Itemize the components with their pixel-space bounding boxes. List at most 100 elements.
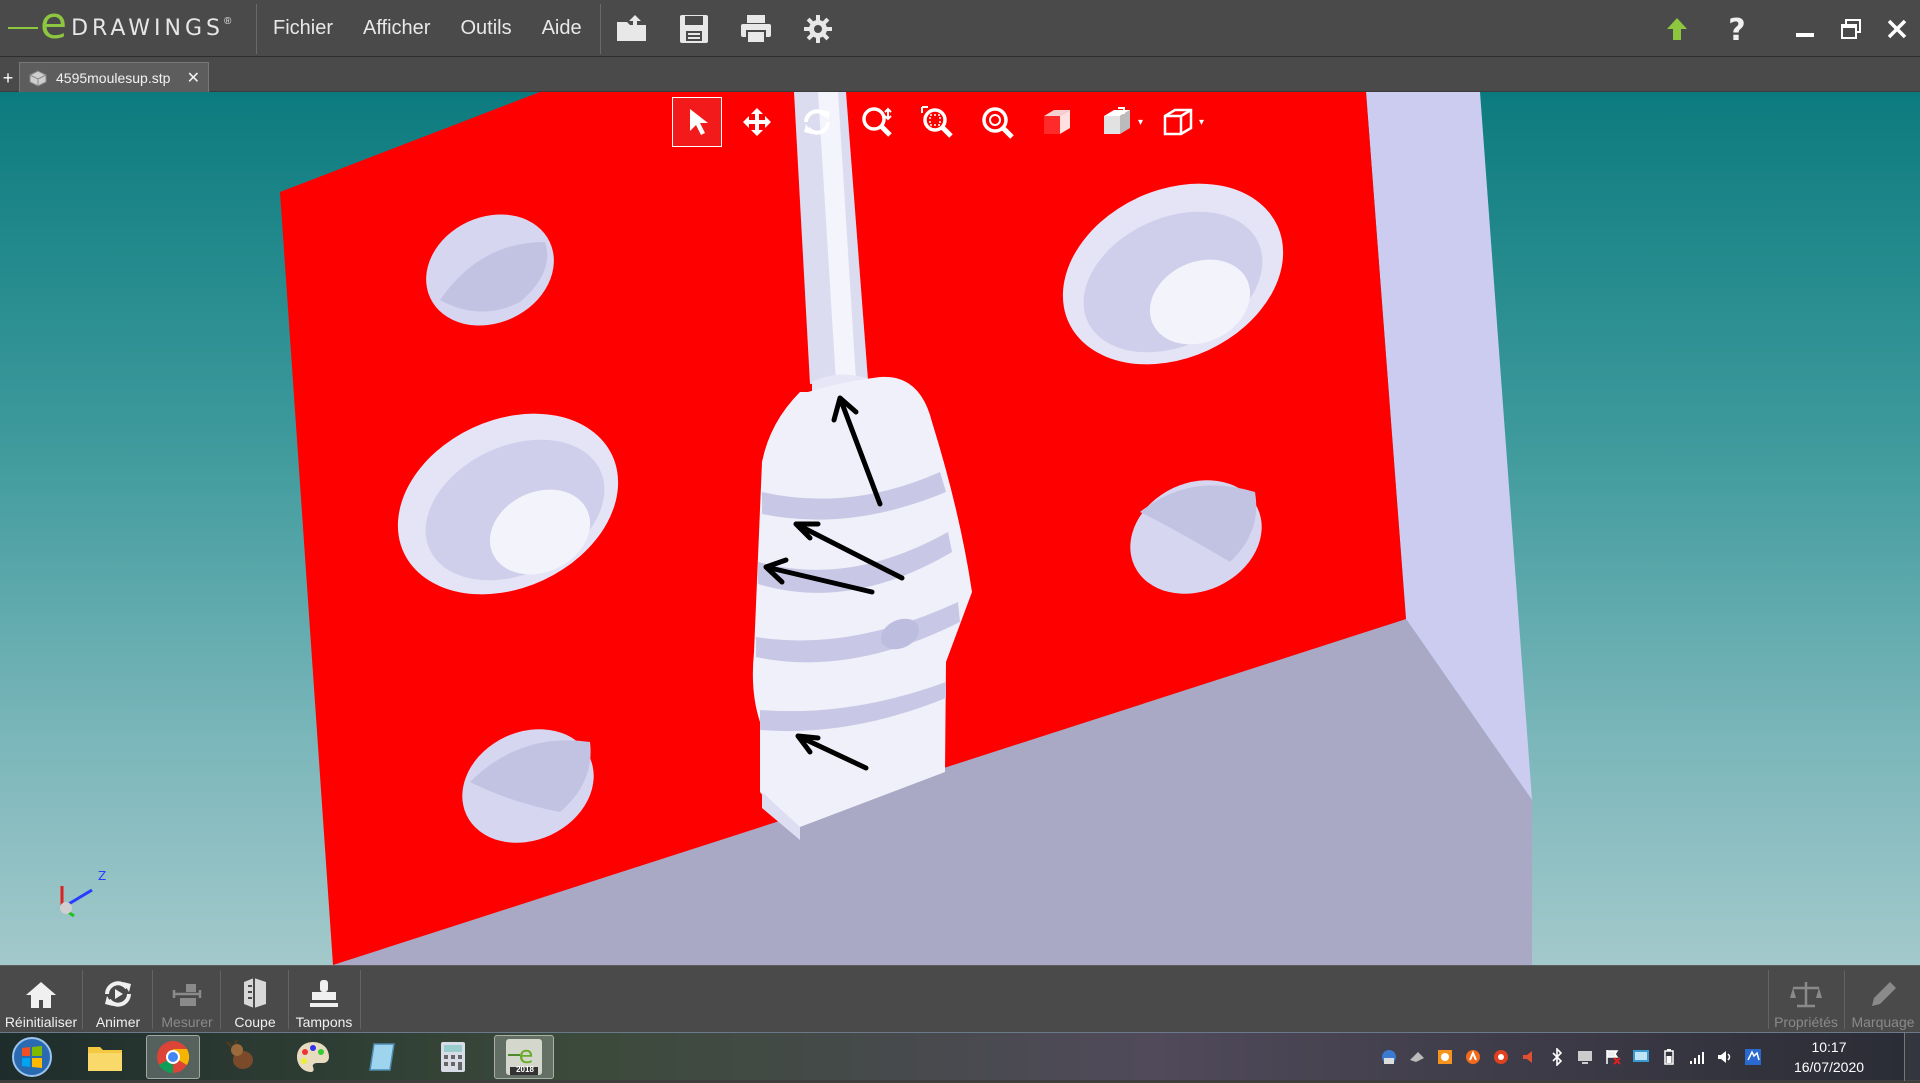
zoom-to-area-icon[interactable] (912, 97, 962, 147)
restore-icon[interactable] (1828, 9, 1874, 49)
open-icon[interactable] (614, 11, 650, 47)
display-icon[interactable] (1576, 1048, 1594, 1066)
title-right-controls: ? (1654, 0, 1920, 57)
command-bar: Réinitialiser Animer Mesurer Coupe Tampo… (0, 965, 1920, 1032)
standard-views-dropdown[interactable]: ▾ (1138, 117, 1143, 128)
document-tab-bar: + 4595moulesup.stp ✕ (0, 57, 1920, 92)
tab-document-name: 4595moulesup.stp (56, 69, 171, 86)
zoom-icon[interactable] (852, 97, 902, 147)
language-icon[interactable] (1744, 1048, 1762, 1066)
stamps-label: Tampons (295, 1014, 353, 1030)
speaker-icon[interactable] (1716, 1048, 1734, 1066)
title-bar: e DRAWINGS ® Fichier Afficher Outils Aid… (0, 0, 1920, 57)
paint-palette-icon[interactable] (286, 1035, 340, 1079)
axis-triad[interactable]: Z (52, 868, 112, 933)
triad-z-label: Z (98, 869, 107, 883)
calculator-icon[interactable] (426, 1035, 480, 1079)
tab-document[interactable]: 4595moulesup.stp ✕ (19, 62, 209, 92)
bluetooth-icon[interactable] (1548, 1048, 1566, 1066)
new-tab-button[interactable]: + (0, 69, 16, 89)
edrawings-version-badge: 2018 (516, 1065, 534, 1074)
view-toolbar: ▾ ▾ (672, 96, 1204, 148)
select-icon[interactable] (672, 97, 722, 147)
help-icon[interactable]: ? (1714, 9, 1760, 49)
network-globe-icon[interactable] (1380, 1048, 1398, 1066)
shaded-view-icon[interactable] (1032, 97, 1082, 147)
divider (82, 970, 83, 1029)
measure-button[interactable]: Mesurer (154, 966, 220, 1033)
divider (220, 970, 221, 1029)
divider (1768, 970, 1769, 1029)
action-center-flag-icon[interactable] (1604, 1048, 1622, 1066)
rotate-icon[interactable] (792, 97, 842, 147)
menu-outils[interactable]: Outils (445, 17, 526, 40)
menu-afficher[interactable]: Afficher (348, 17, 445, 40)
divider (1844, 970, 1845, 1029)
menu-aide[interactable]: Aide (527, 17, 597, 40)
volume-low-icon[interactable] (1520, 1048, 1538, 1066)
logo-wordmark: DRAWINGS (71, 15, 224, 41)
reset-label: Réinitialiser (4, 1014, 78, 1030)
reset-button[interactable]: Réinitialiser (0, 966, 82, 1033)
settings-icon[interactable] (800, 11, 836, 47)
system-tray (1380, 1033, 1762, 1081)
markup-label: Marquage (1851, 1014, 1915, 1030)
home-icon (26, 982, 56, 1008)
edrawings-icon[interactable]: e 2018 (494, 1035, 554, 1079)
stamp-icon (310, 980, 338, 1007)
view-orientation-dropdown[interactable]: ▾ (1199, 117, 1204, 128)
animate-button[interactable]: Animer (84, 966, 152, 1033)
properties-button[interactable]: Propriétés (1770, 966, 1842, 1033)
clock-date: 16/07/2020 (1793, 1059, 1865, 1075)
safely-remove-icon[interactable] (1408, 1048, 1426, 1066)
divider (152, 970, 153, 1029)
start-button[interactable] (10, 1036, 54, 1078)
zoom-to-fit-icon[interactable] (972, 97, 1022, 147)
divider (288, 970, 289, 1029)
chrome-icon[interactable] (146, 1035, 200, 1079)
print-icon[interactable] (738, 11, 774, 47)
menu-fichier[interactable]: Fichier (258, 17, 348, 40)
edrawings-window: e DRAWINGS ® Fichier Afficher Outils Aid… (0, 0, 1920, 1081)
tab-close-button[interactable]: ✕ (187, 68, 200, 88)
markup-icon (1872, 982, 1896, 1006)
sync-icon[interactable] (1492, 1048, 1510, 1066)
part-file-icon (29, 69, 47, 87)
model-scene (280, 92, 1532, 965)
edrawings-logo: e DRAWINGS ® (8, 2, 252, 50)
measure-label: Mesurer (161, 1014, 213, 1030)
show-desktop-button[interactable] (1904, 1033, 1920, 1081)
logo-line (8, 27, 38, 29)
notepad-icon[interactable] (356, 1035, 410, 1079)
divider (256, 4, 257, 54)
close-icon[interactable] (1874, 9, 1920, 49)
standard-views-icon[interactable] (1092, 97, 1142, 147)
battery-icon[interactable] (1660, 1048, 1678, 1066)
avast-icon[interactable] (1464, 1048, 1482, 1066)
properties-icon (1790, 982, 1822, 1008)
pan-icon[interactable] (732, 97, 782, 147)
network-monitor-icon[interactable] (1632, 1048, 1650, 1066)
logo-registered: ® (223, 16, 232, 27)
divider (600, 4, 601, 54)
divider (360, 970, 361, 1029)
upgrade-arrow-icon[interactable] (1654, 9, 1700, 49)
section-button[interactable]: Coupe (222, 966, 288, 1033)
save-icon[interactable] (676, 11, 712, 47)
clock-time: 10:17 (1811, 1039, 1847, 1055)
app-tray-icon[interactable] (1436, 1048, 1454, 1066)
taskbar-clock[interactable]: 10:17 16/07/2020 (1784, 1037, 1874, 1077)
view-orientation-icon[interactable] (1153, 97, 1203, 147)
stamps-button[interactable]: Tampons (290, 966, 358, 1033)
paint-dog-icon[interactable] (216, 1035, 270, 1079)
section-icon (244, 978, 266, 1008)
section-label: Coupe (234, 1014, 276, 1030)
minimize-icon[interactable] (1782, 9, 1828, 49)
markup-button[interactable]: Marquage (1846, 966, 1920, 1033)
3d-viewport[interactable]: ▾ ▾ Z (0, 92, 1920, 965)
menu-bar: Fichier Afficher Outils Aide (258, 0, 597, 57)
explorer-icon[interactable] (78, 1035, 132, 1079)
wifi-signal-icon[interactable] (1688, 1048, 1706, 1066)
svg-text:?: ? (1728, 14, 1745, 44)
file-toolbar (606, 0, 836, 57)
